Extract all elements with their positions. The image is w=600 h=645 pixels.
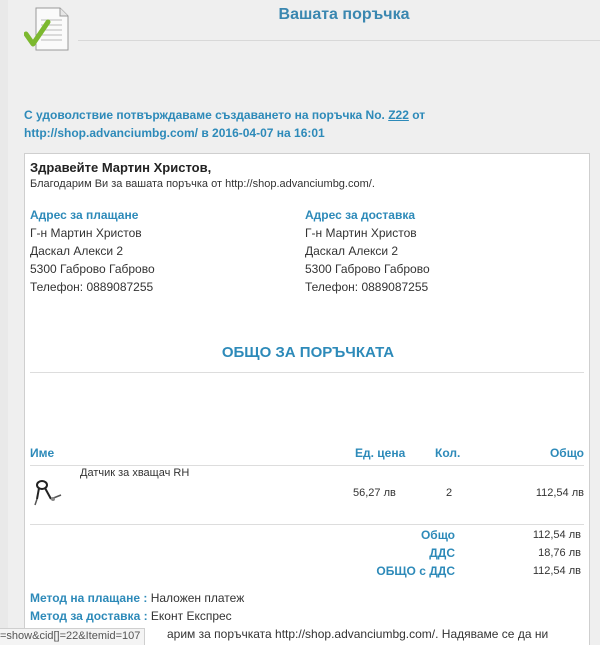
summary-total-label: Общо <box>420 528 455 542</box>
billing-line: Телефон: 0889087255 <box>30 280 154 294</box>
summary-grand-value: 112,54 лв <box>532 565 581 577</box>
summary-grand-label: ОБЩО с ДДС <box>376 564 455 578</box>
delivery-method-value: Еконт Експрес <box>150 609 232 623</box>
col-header-name: Име <box>30 446 55 460</box>
order-confirmation: С удоволствие потвърждаваме създаването … <box>24 106 584 142</box>
billing-line: 5300 Габрово Габрово <box>30 262 155 276</box>
page-title: Вашата поръчка <box>278 6 410 23</box>
shipping-line: Даскал Алекси 2 <box>305 244 399 258</box>
status-bar-url: =show&cid[]=22&Itemid=107 <box>0 628 146 645</box>
product-qty: 2 <box>446 487 453 499</box>
header-divider <box>78 40 600 41</box>
billing-line: Г-н Мартин Христов <box>30 226 142 240</box>
billing-line: Даскал Алекси 2 <box>30 244 124 258</box>
product-total: 112,54 лв <box>535 487 584 499</box>
order-details: Здравейте Мартин Христов, Благодарим Ви … <box>24 153 590 645</box>
col-header-qty: Кол. <box>435 446 461 460</box>
billing-address: Адрес за плащане Г-н Мартин Христов Даск… <box>30 206 270 296</box>
billing-heading: Адрес за плащане <box>30 208 139 222</box>
shipping-address: Адрес за доставка Г-н Мартин Христов Дас… <box>305 206 545 296</box>
summary-vat-label: ДДС <box>429 546 455 560</box>
greeting: Здравейте Мартин Христов, <box>30 160 212 175</box>
order-totals-title: ОБЩО ЗА ПОРЪЧКАТА <box>221 344 395 361</box>
payment-method-label: Метод на плащане : <box>30 591 148 605</box>
divider <box>30 524 584 525</box>
header: Вашата поръчка <box>8 0 600 60</box>
gripper-sensor-icon <box>34 480 62 506</box>
payment-method: Метод на плащане : Наложен платеж <box>30 591 244 605</box>
col-header-unit-price: Ед. цена <box>355 446 406 460</box>
col-header-total: Общо <box>549 446 584 460</box>
delivery-method-label: Метод за доставка : <box>30 609 148 623</box>
footer-text: арим за поръчката http://shop.advanciumb… <box>167 627 549 641</box>
divider <box>30 372 584 373</box>
summary-total-value: 112,54 лв <box>532 529 581 541</box>
shipping-heading: Адрес за доставка <box>305 208 416 222</box>
shipping-line: 5300 Габрово Габрово <box>305 262 430 276</box>
product-name: Датчик за хващач RH <box>80 467 190 479</box>
divider <box>30 465 584 466</box>
product-unit-price: 56,27 лв <box>353 487 396 499</box>
delivery-method: Метод за доставка : Еконт Експрес <box>30 609 232 623</box>
payment-method-value: Наложен платеж <box>150 591 245 605</box>
shipping-line: Г-н Мартин Христов <box>305 226 417 240</box>
order-number-link[interactable]: Z22 <box>388 108 409 122</box>
page: Вашата поръчка С удоволствие потвърждава… <box>8 0 600 645</box>
confirm-prefix: С удоволствие потвърждаваме създаването … <box>24 108 389 122</box>
summary-vat-value: 18,76 лв <box>538 547 581 559</box>
shipping-line: Телефон: 0889087255 <box>305 280 429 294</box>
thanks-text: Благодарим Ви за вашата поръчка от http:… <box>30 178 375 190</box>
